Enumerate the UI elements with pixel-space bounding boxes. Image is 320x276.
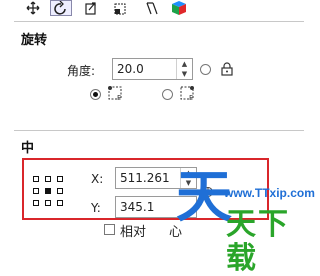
toolbar-divider [14,21,304,22]
stepper-down-icon[interactable]: ▼ [177,69,192,79]
anchor-top-center[interactable] [45,176,51,182]
rotate-icon [54,1,66,15]
angle-input[interactable]: 20.0 ▲ ▼ [112,58,193,80]
scale-button[interactable] [80,0,102,16]
anchor-bottom-right[interactable] [57,200,63,206]
relative-checkbox[interactable] [104,224,115,235]
lock-icon[interactable] [220,62,234,76]
anchor-center[interactable] [45,188,51,194]
rotate-anchor-right-icon: F [180,86,194,102]
y-value: 345.1 [120,200,155,214]
angle-label: 角度: [67,64,96,78]
rotate-button[interactable] [50,0,72,16]
relative-label: 相对 [120,225,147,240]
size-button[interactable] [110,0,132,16]
direction-radio[interactable] [200,64,211,75]
color-cube-button[interactable] [168,0,190,16]
anchor-bottom-left[interactable] [33,200,39,206]
skew-button[interactable] [140,0,162,16]
section-divider [14,130,304,131]
watermark: 天 www.TTxip.com 天下载 [176,170,318,276]
move-button[interactable] [22,0,44,16]
watermark-url: www.TTxip.com [224,186,315,200]
anchor-middle-left[interactable] [33,188,39,194]
anchor-bottom-center[interactable] [45,200,51,206]
angle-value: 20.0 [117,62,144,76]
svg-text:F: F [189,94,193,102]
anchor-middle-right[interactable] [57,188,63,194]
x-label: X: [91,172,104,186]
anchor-top-right[interactable] [57,176,63,182]
x-value: 511.261 [120,171,170,185]
rotation-heading: 旋转 [21,33,48,48]
y-label: Y: [91,201,101,215]
svg-text:F: F [117,94,121,102]
skew-icon [146,2,158,15]
watermark-name: 天下载 [226,207,290,276]
anchor-right-radio[interactable] [162,89,173,100]
color-cube-icon [172,1,186,15]
move-icon [26,1,40,15]
size-icon [114,3,126,15]
angle-stepper[interactable]: ▲ ▼ [176,59,192,79]
center-heading: 中 [21,141,35,156]
anchor-top-left[interactable] [33,176,39,182]
anchor-left-radio[interactable] [90,89,101,100]
anchor-point-grid[interactable] [33,176,65,208]
scale-icon [85,2,96,15]
transform-toolbar [0,0,318,18]
rotate-anchor-left-icon: F [108,86,122,102]
stepper-up-icon[interactable]: ▲ [177,59,192,69]
